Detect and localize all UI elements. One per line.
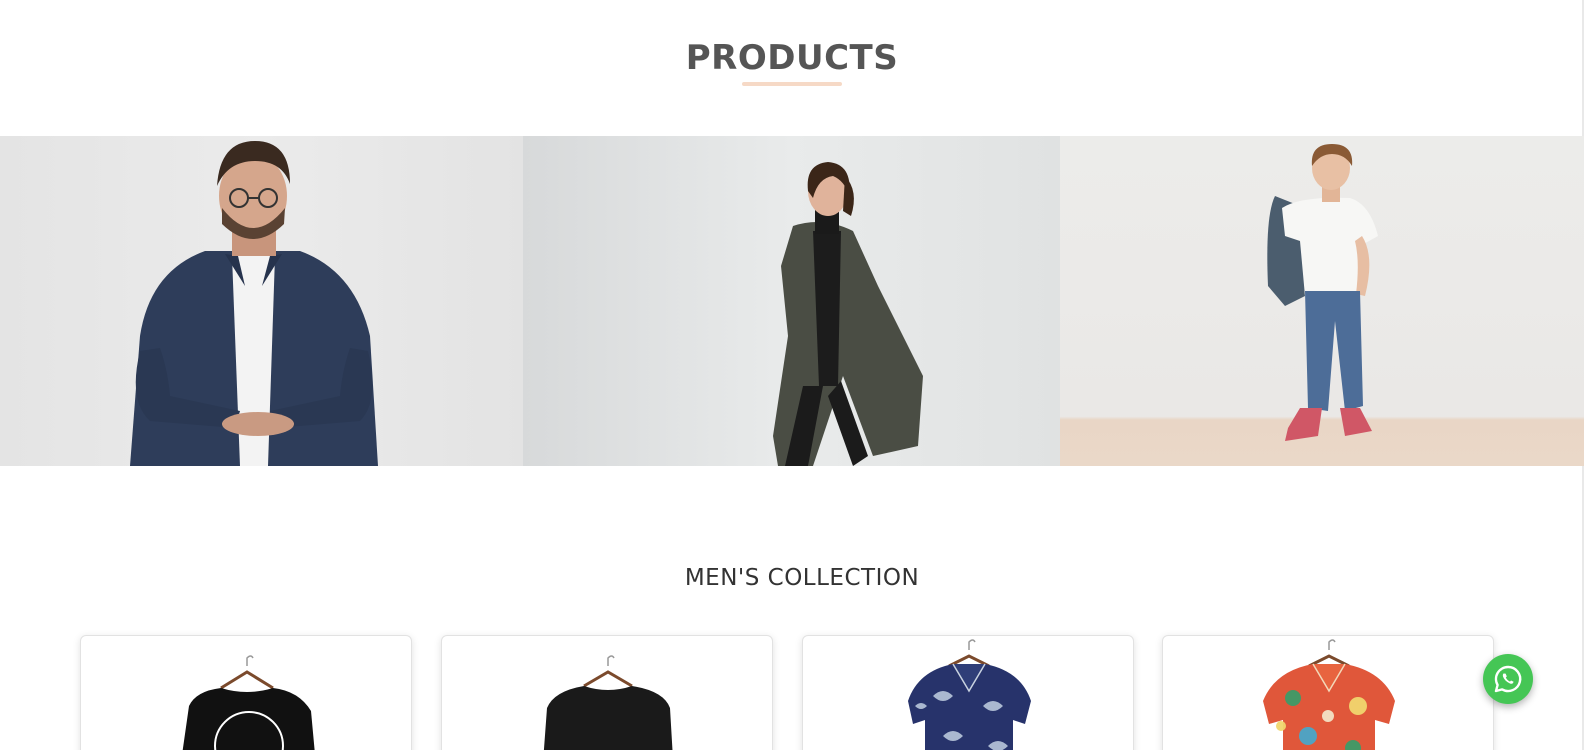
page-title: PRODUCTS <box>685 38 899 78</box>
banner-women-photo[interactable] <box>523 136 1060 466</box>
man-in-shirt-photo <box>130 141 378 466</box>
whatsapp-icon <box>1494 665 1522 693</box>
black-tshirt-photo <box>182 655 315 750</box>
banner-men-photo[interactable] <box>0 136 523 466</box>
mens-collection-heading: MEN'S COLLECTION <box>684 565 920 591</box>
woman-in-coat-photo <box>773 162 923 466</box>
whatsapp-button[interactable] <box>1483 654 1533 704</box>
red-floral-shirt-photo <box>1263 639 1395 750</box>
title-underline <box>742 82 842 86</box>
products-section-header: PRODUCTS <box>0 0 1584 136</box>
product-card[interactable] <box>1162 635 1494 750</box>
product-card[interactable] <box>80 635 412 750</box>
banner-kids-photo[interactable] <box>1060 136 1584 466</box>
mens-collection-cards <box>80 635 1504 750</box>
category-banner <box>0 136 1584 466</box>
blue-floral-shirt-photo <box>908 639 1031 750</box>
boy-in-jeans-photo <box>1267 144 1378 441</box>
product-card[interactable] <box>802 635 1134 750</box>
black-sweater-photo <box>543 655 673 750</box>
product-card[interactable] <box>441 635 773 750</box>
